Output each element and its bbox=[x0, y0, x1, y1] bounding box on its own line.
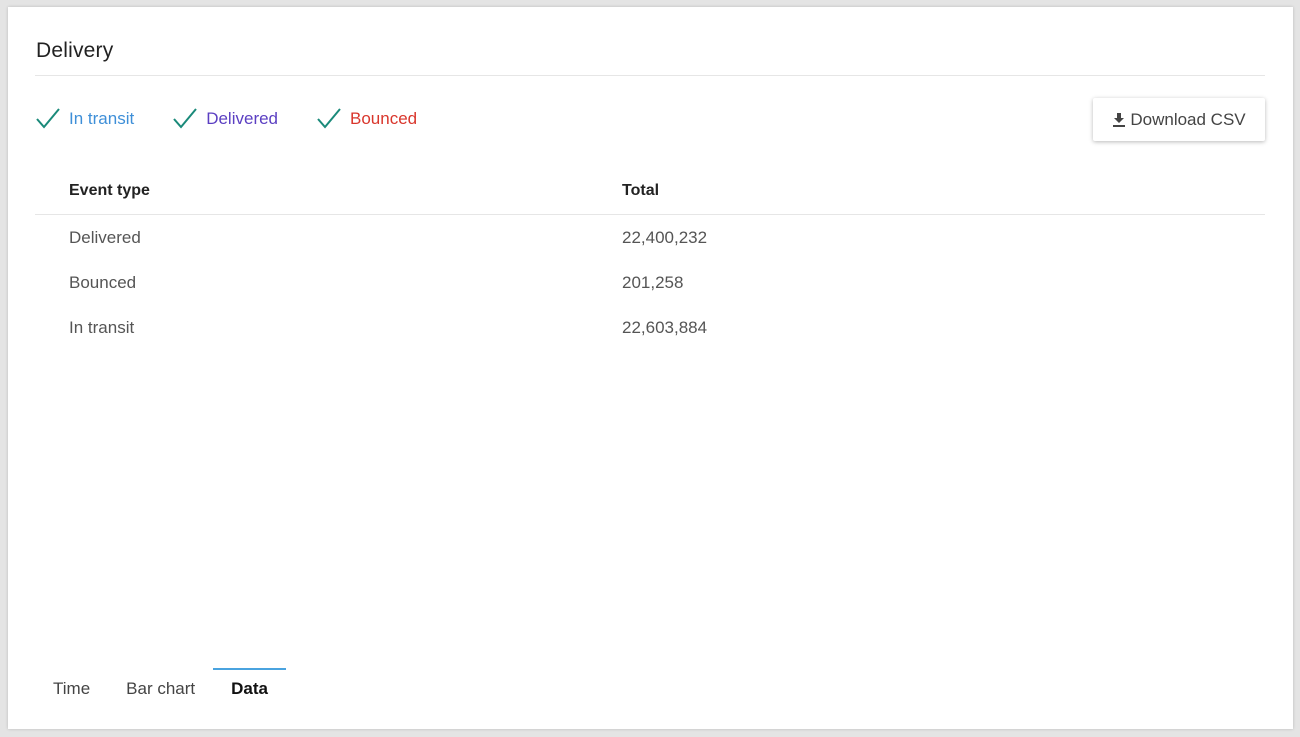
download-icon bbox=[1113, 112, 1126, 127]
legend-item-in-transit[interactable]: In transit bbox=[35, 107, 134, 131]
checkmark-icon bbox=[173, 108, 197, 129]
view-tabs: Time Bar chart Data bbox=[35, 668, 286, 708]
legend-item-delivered[interactable]: Delivered bbox=[172, 107, 278, 131]
legend-label: Delivered bbox=[206, 109, 279, 128]
total-cell: 22,603,884 bbox=[622, 317, 708, 337]
legend: In transit Delivered Bounced bbox=[35, 107, 455, 131]
tab-label: Time bbox=[53, 679, 91, 698]
tab-time[interactable]: Time bbox=[35, 668, 108, 708]
title-divider bbox=[35, 75, 1265, 76]
legend-label: Bounced bbox=[350, 109, 418, 128]
data-table: Event type Total Delivered 22,400,232 Bo… bbox=[35, 167, 1265, 350]
table-row: Delivered 22,400,232 bbox=[35, 215, 1265, 261]
legend-item-bounced[interactable]: Bounced bbox=[316, 107, 417, 131]
event-type-cell: Delivered bbox=[69, 227, 141, 247]
tab-data[interactable]: Data bbox=[213, 668, 286, 708]
event-type-cell: Bounced bbox=[69, 272, 137, 292]
download-csv-button[interactable]: Download CSV bbox=[1093, 98, 1265, 141]
table-row: In transit 22,603,884 bbox=[35, 305, 1265, 350]
event-type-cell: In transit bbox=[69, 317, 135, 337]
legend-label: In transit bbox=[69, 109, 135, 128]
column-header-event-type[interactable]: Event type bbox=[35, 167, 622, 215]
tab-bar-chart[interactable]: Bar chart bbox=[108, 668, 213, 708]
checkmark-icon bbox=[317, 108, 341, 129]
column-header-total[interactable]: Total bbox=[622, 167, 1265, 215]
total-cell: 22,400,232 bbox=[622, 227, 708, 247]
table-row: Bounced 201,258 bbox=[35, 260, 1265, 305]
download-csv-label: Download CSV bbox=[1130, 109, 1246, 129]
tab-label: Data bbox=[231, 679, 268, 698]
total-cell: 201,258 bbox=[622, 272, 684, 292]
checkmark-icon bbox=[36, 108, 60, 129]
delivery-card: Delivery In transit Delivered Bounced Do… bbox=[8, 7, 1293, 729]
tab-label: Bar chart bbox=[126, 679, 196, 698]
table-header-row: Event type Total bbox=[35, 167, 1265, 215]
card-title: Delivery bbox=[36, 39, 114, 62]
